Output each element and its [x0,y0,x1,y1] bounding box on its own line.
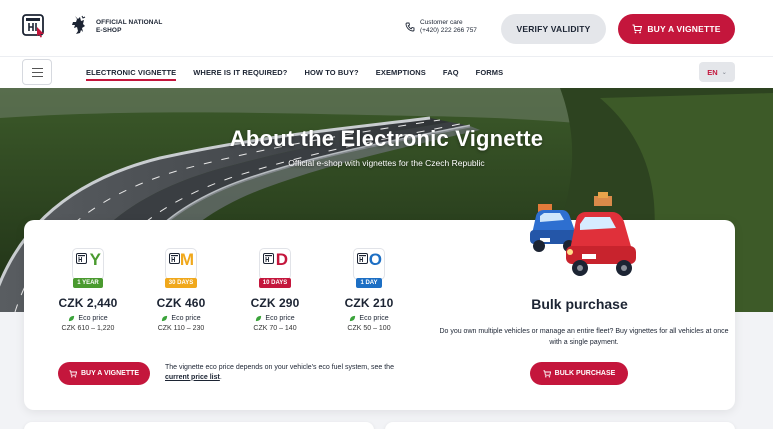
bulk-purchase-button[interactable]: BULK PURCHASE [530,362,628,385]
nav-items: ELECTRONIC VIGNETTE WHERE IS IT REQUIRED… [86,57,520,88]
one-day-vignette-icon: O [353,248,385,280]
bulk-purchase-description: Do you own multiple vehicles or manage a… [439,328,729,346]
buy-vignette-card-button[interactable]: BUY A VIGNETTE [58,362,150,385]
info-card-left [24,422,374,429]
bulk-purchase-title: Bulk purchase [531,296,628,312]
product-ten-day[interactable]: D 10 DAYS CZK 290 Eco price CZK 70 – 140 [235,248,315,332]
product-one-day[interactable]: O 1 DAY CZK 210 Eco price CZK 50 – 100 [329,248,409,332]
cart-icon [543,369,551,378]
buy-vignette-label: BUY A VIGNETTE [647,24,721,34]
yearly-badge: 1 YEAR [73,278,103,288]
ten-day-price: CZK 290 [250,296,300,310]
one-day-eco: Eco price [329,315,409,322]
monthly-eco-range: CZK 110 – 230 [157,325,205,332]
customer-care-phone[interactable]: (+420) 222 266 757 [420,27,477,35]
info-card-right [385,422,735,429]
one-day-letter: O [368,250,382,269]
yearly-price: CZK 2,440 [58,296,118,310]
main-nav: ELECTRONIC VIGNETTE WHERE IS IT REQUIRED… [0,56,773,88]
ten-day-letter: D [275,250,288,269]
menu-hamburger-icon[interactable] [22,59,52,85]
ten-day-badge: 10 DAYS [258,278,292,288]
product-yearly[interactable]: Y 1 YEAR CZK 2,440 Eco price CZK 610 – 1… [48,248,128,332]
vignette-card: Y 1 YEAR CZK 2,440 Eco price CZK 610 – 1… [24,192,735,410]
nav-item-where-required[interactable]: WHERE IS IT REQUIRED? [193,57,287,88]
yearly-vignette-icon: Y [72,248,104,280]
monthly-badge: 30 DAYS [164,278,198,288]
cars-illustration-icon [530,192,636,276]
eco-leaf-icon [350,315,356,322]
yearly-eco-range: CZK 610 – 1,220 [61,325,115,332]
nav-item-forms[interactable]: FORMS [476,57,504,88]
hero-title: About the Electronic Vignette [229,126,544,151]
one-day-price: CZK 210 [344,296,394,310]
monthly-letter: M [179,250,194,269]
language-label: EN [707,67,718,77]
product-monthly[interactable]: M 30 DAYS CZK 460 Eco price CZK 110 – 23… [141,248,221,332]
language-selector[interactable]: EN ⌄ [699,62,735,82]
one-day-badge: 1 DAY [356,278,382,288]
customer-care[interactable]: Customer care (+420) 222 266 757 [405,19,477,35]
yearly-letter: Y [89,250,101,269]
czech-lion-emblem-icon [70,14,88,36]
price-list-link[interactable]: current price list [165,374,220,381]
hero-subtitle: Official e-shop with vignettes for the C… [288,158,485,168]
yearly-eco: Eco price [48,315,128,322]
nav-item-electronic-vignette[interactable]: ELECTRONIC VIGNETTE [86,57,177,88]
top-header: OFFICIAL NATIONAL E-SHOP Customer care (… [0,0,773,56]
eshop-logo-icon[interactable] [22,14,46,38]
verify-validity-button[interactable]: VERIFY VALIDITY [501,14,606,44]
official-eshop-label: OFFICIAL NATIONAL E-SHOP [96,19,163,34]
ten-day-eco-range: CZK 70 – 140 [253,325,297,332]
phone-icon [405,22,415,32]
one-day-eco-range: CZK 50 – 100 [347,325,391,332]
cart-icon [69,369,77,378]
customer-care-label: Customer care [420,19,463,26]
nav-item-how-to-buy[interactable]: HOW TO BUY? [304,57,358,88]
cart-icon [632,24,643,34]
nav-item-exemptions[interactable]: EXEMPTIONS [376,57,426,88]
eco-leaf-icon [69,315,75,322]
eco-leaf-icon [162,315,168,322]
chevron-down-icon: ⌄ [721,69,727,76]
nav-item-faq[interactable]: FAQ [443,57,459,88]
monthly-vignette-icon: M [165,248,197,280]
monthly-eco: Eco price [141,315,221,322]
ten-day-eco: Eco price [235,315,315,322]
monthly-price: CZK 460 [156,296,206,310]
eco-leaf-icon [256,315,262,322]
buy-vignette-button[interactable]: BUY A VIGNETTE [618,14,735,44]
ten-day-vignette-icon: D [259,248,291,280]
eco-price-note: The vignette eco price depends on your v… [165,364,394,381]
